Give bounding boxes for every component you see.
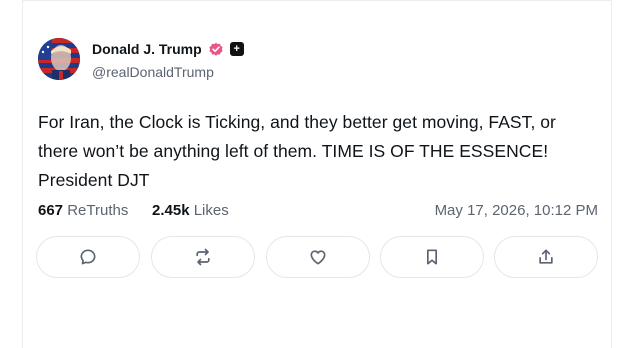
post-stats: 667 ReTruths 2.45k Likes May 17, 2026, 1… (38, 200, 598, 222)
retruths-label: ReTruths (67, 202, 129, 219)
bookmark-icon (427, 249, 437, 265)
retruths-stat[interactable]: 667 ReTruths (38, 202, 128, 219)
like-button[interactable] (266, 236, 370, 278)
likes-label: Likes (193, 202, 229, 219)
reply-button[interactable] (36, 236, 140, 278)
post-header: Donald J. Trump + @realDonaldTrump (38, 38, 598, 82)
retruths-count: 667 (38, 202, 64, 219)
author-handle[interactable]: @realDonaldTrump (92, 64, 214, 80)
reply-icon (80, 249, 96, 265)
post-actions (36, 236, 600, 280)
post-timestamp[interactable]: May 17, 2026, 10:12 PM (435, 202, 598, 219)
verified-badge-icon (208, 41, 224, 57)
like-icon (310, 250, 326, 265)
retruth-icon (196, 248, 210, 266)
likes-stat[interactable]: 2.45k Likes (152, 202, 229, 219)
retruth-button[interactable] (151, 236, 255, 278)
author-name-row: Donald J. Trump + (92, 41, 244, 57)
share-icon (539, 249, 553, 264)
post-text: For Iran, the Clock is Ticking, and they… (38, 112, 556, 190)
plus-badge-icon: + (229, 42, 244, 56)
author-avatar[interactable] (38, 38, 80, 80)
card-top-border (22, 0, 612, 1)
likes-count: 2.45k (152, 202, 190, 219)
avatar-portrait-flag-icon (38, 38, 80, 80)
share-button[interactable] (494, 236, 598, 278)
bookmark-button[interactable] (380, 236, 484, 278)
author-name[interactable]: Donald J. Trump (92, 41, 202, 57)
